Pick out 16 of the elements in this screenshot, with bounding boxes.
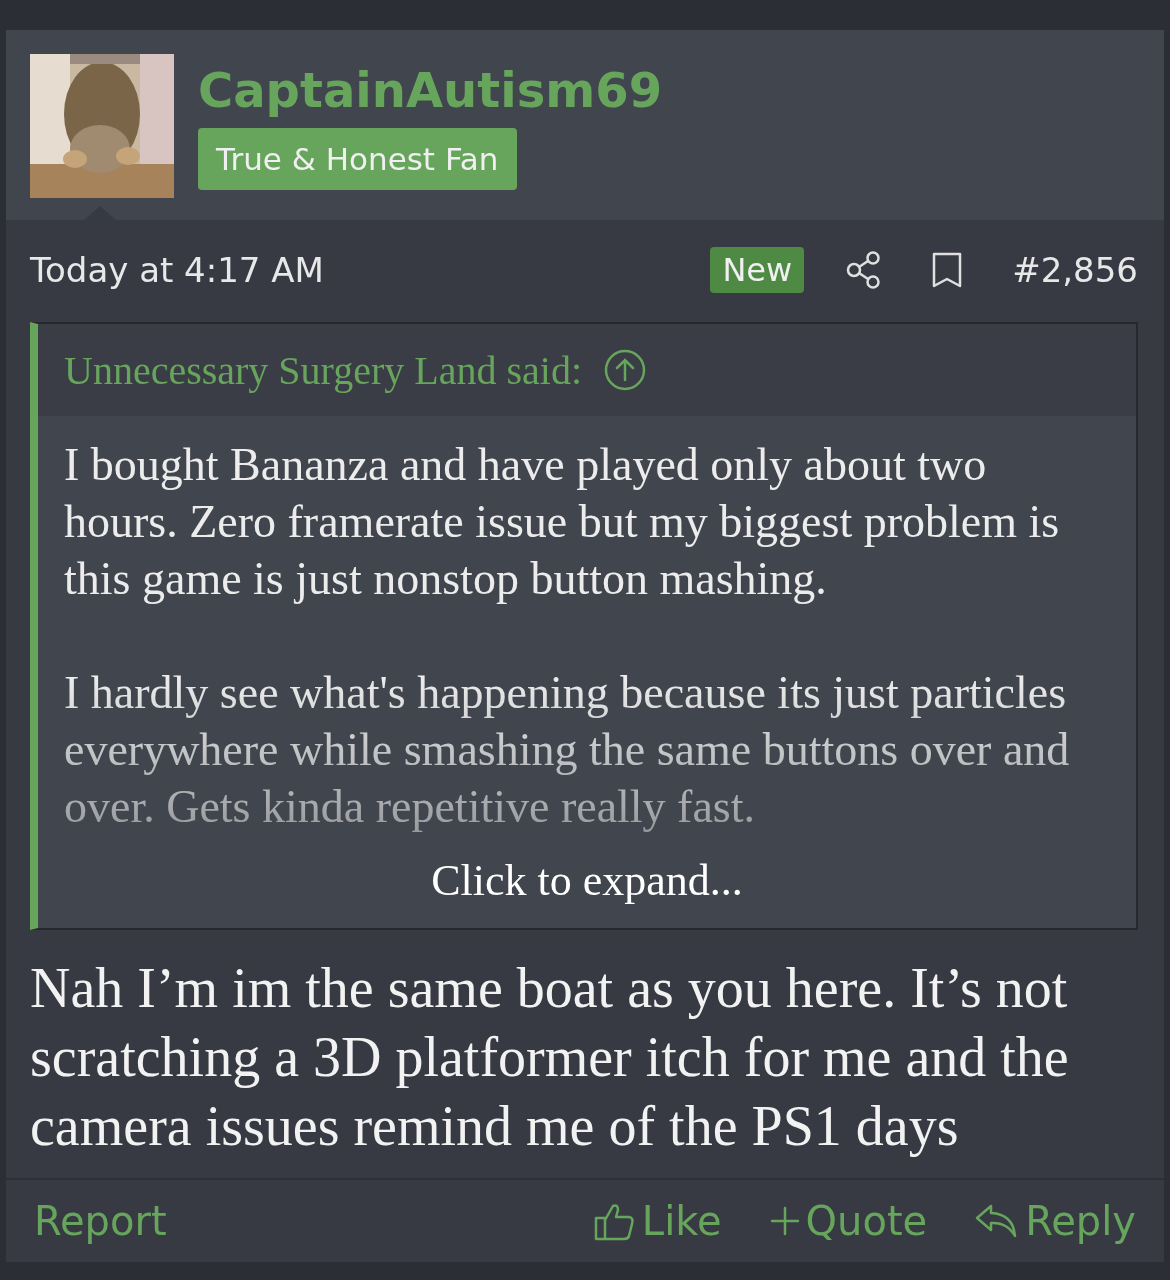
user-title: True & Honest Fan — [198, 128, 517, 190]
quote-link[interactable]: Quote — [769, 1198, 928, 1244]
post-text: Nah I’m im the same boat as you here. It’s not scratching a 3D platformer itch for me and the camera issues remind me of the PS1 days — [30, 956, 1070, 1159]
bookmark-icon[interactable] — [932, 252, 963, 288]
report-link[interactable]: Report — [34, 1198, 167, 1244]
post-number[interactable]: #2,856 — [1012, 250, 1138, 290]
new-badge: New — [710, 247, 805, 293]
post-date: Today at 4:17 AM — [30, 250, 325, 290]
quote-paragraph: I hardly see what's happening because its just particles everywhere while smashing the same buttons over and over. Gets kinda repetitive really fast. — [64, 666, 1071, 834]
quote-paragraph: I bought Bananza and have played only about two hours. Zero framerate issue but my biggest problem is this game is just nonstop button mashing. — [64, 438, 1061, 606]
plus-icon — [769, 1206, 800, 1236]
share-icon[interactable] — [846, 251, 883, 289]
like-link[interactable]: Like — [593, 1198, 722, 1244]
username[interactable]: CaptainAutism69 — [198, 58, 663, 122]
expand-link[interactable]: Click to expand... — [431, 852, 743, 928]
reply-link[interactable]: Reply — [975, 1198, 1136, 1244]
